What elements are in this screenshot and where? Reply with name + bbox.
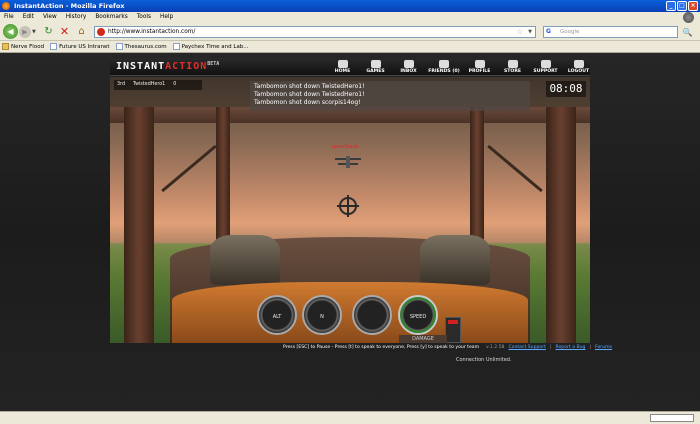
menu-edit[interactable]: Edit: [23, 12, 34, 23]
close-button[interactable]: ×: [688, 1, 698, 11]
speed-gauge: SPEED: [398, 295, 438, 335]
status-bar: [0, 411, 700, 424]
search-placeholder: Google: [560, 29, 580, 35]
compass-gauge: N: [302, 295, 342, 335]
game-viewport[interactable]: 3rd TwistedHero1 0 Tambomon shot down Tw…: [110, 77, 590, 343]
left-brace-wire: [161, 144, 217, 193]
minimize-button[interactable]: _: [666, 1, 676, 11]
home-button[interactable]: ⌂: [75, 25, 88, 38]
game-links: v.1.2.58 Contact Support | Report a Bug …: [486, 345, 612, 350]
nav-store[interactable]: STORE: [496, 60, 529, 74]
right-brace-wire: [487, 144, 543, 193]
folder-icon: [2, 43, 9, 50]
maximize-button[interactable]: □: [677, 1, 687, 11]
contact-support-link[interactable]: Contact Support: [508, 345, 546, 350]
forward-button[interactable]: ▶: [19, 26, 31, 38]
bookmark-future-us-intranet[interactable]: Future US Intranet: [50, 41, 110, 52]
nav-friends[interactable]: FRIENDS (0): [425, 60, 463, 74]
crosshair-icon: [337, 195, 359, 217]
game-instructions: Press [ESC] to Pause - Press [t] to spea…: [283, 345, 480, 350]
kill-message: Tambomon shot down scorpis14og!: [254, 99, 361, 106]
bookmark-label: Nerve Flood: [11, 43, 45, 50]
bookmark-star-icon[interactable]: ☆: [517, 27, 523, 37]
url-bar[interactable]: http://www.instantaction.com/ ☆ ▼: [94, 26, 536, 38]
window-controls: _ □ ×: [666, 1, 698, 11]
support-icon: [540, 60, 551, 68]
page-icon: [172, 43, 180, 50]
page-icon: [115, 43, 123, 50]
history-dropdown-icon[interactable]: ▼: [32, 29, 36, 35]
reload-button[interactable]: ↻: [42, 25, 55, 38]
nav-logout[interactable]: LOGOUT: [562, 60, 595, 74]
home-icon: [337, 60, 348, 68]
power-icon: [573, 60, 584, 68]
attitude-gauge: [352, 295, 392, 335]
menu-view[interactable]: View: [43, 12, 57, 23]
gamepad-icon: [370, 60, 381, 68]
bookmark-nerve-flood[interactable]: Nerve Flood: [2, 41, 44, 52]
scoreboard: 3rd TwistedHero1 0: [114, 80, 202, 90]
store-icon: [507, 60, 518, 68]
page-icon: [50, 43, 58, 50]
match-timer: 08:08: [546, 81, 586, 97]
firefox-icon: [2, 2, 10, 10]
nav-support[interactable]: SUPPORT: [529, 60, 562, 74]
menu-file[interactable]: File: [4, 12, 14, 23]
enemy-name-tag: spearblade: [331, 144, 359, 150]
bookmark-label: Thesaurus.com: [124, 43, 167, 50]
navigation-toolbar: ◀ ▶ ▼ ↻ ✕ ⌂ http://www.instantaction.com…: [0, 23, 700, 41]
left-wing-strut: [124, 107, 154, 343]
player-name: TwistedHero1: [133, 82, 166, 87]
player-score: 0: [173, 82, 177, 87]
kill-feed: Tambomon shot down TwistedHero1! Tambomo…: [250, 81, 530, 111]
damage-label: DAMAGE: [399, 335, 447, 343]
site-nav: HOME GAMES INBOX FRIENDS (0) PROFILE STO…: [326, 60, 595, 74]
bookmark-label: Future US Intranet: [59, 43, 110, 50]
left-machine-gun: [210, 235, 280, 285]
menu-history[interactable]: History: [66, 12, 87, 23]
nav-games[interactable]: GAMES: [359, 60, 392, 74]
instrument-panel: [172, 282, 528, 343]
profile-icon: [474, 60, 485, 68]
url-dropdown-icon[interactable]: ▼: [528, 27, 532, 37]
player-rank: 3rd: [117, 82, 125, 87]
search-go-icon[interactable]: 🔍: [682, 27, 693, 38]
nav-home[interactable]: HOME: [326, 60, 359, 74]
nav-profile[interactable]: PROFILE: [463, 60, 496, 74]
bookmarks-bar: Nerve Flood Future US Intranet Thesaurus…: [0, 41, 700, 53]
window-titlebar: InstantAction - Mozilla Firefox _ □ ×: [0, 0, 700, 12]
altimeter-gauge: ALT: [257, 295, 297, 335]
search-engine-icon[interactable]: G: [546, 28, 556, 36]
site-header: INSTANTACTIONBETA HOME GAMES INBOX FRIEN…: [110, 58, 590, 76]
kill-message: Tambomon shot down TwistedHero1!: [254, 83, 365, 90]
enemy-biplane-icon: [335, 156, 361, 168]
status-progress-box: [650, 414, 694, 422]
damage-indicator-icon: [445, 317, 461, 343]
bookmark-label: Paychex Time and Lab...: [181, 43, 249, 50]
back-button[interactable]: ◀: [3, 24, 18, 39]
forums-link[interactable]: Forums: [595, 345, 612, 350]
menu-tools[interactable]: Tools: [137, 12, 151, 23]
report-bug-link[interactable]: Report a Bug: [556, 345, 586, 350]
site-favicon-icon: [97, 28, 105, 36]
bookmark-thesaurus[interactable]: Thesaurus.com: [115, 41, 167, 52]
window-title: InstantAction - Mozilla Firefox: [14, 2, 125, 10]
throbber-icon: [683, 12, 694, 23]
connection-status: Connection Unlimited.: [456, 357, 512, 363]
stop-button[interactable]: ✕: [58, 25, 71, 38]
instantaction-logo[interactable]: INSTANTACTIONBETA: [116, 61, 219, 72]
menu-help[interactable]: Help: [160, 12, 173, 23]
nav-inbox[interactable]: INBOX: [392, 60, 425, 74]
url-text[interactable]: http://www.instantaction.com/: [108, 29, 195, 35]
right-machine-gun: [420, 235, 490, 285]
right-wing-strut: [546, 107, 576, 343]
bookmark-paychex[interactable]: Paychex Time and Lab...: [172, 41, 249, 52]
version-text: v.1.2.58: [486, 345, 505, 350]
kill-message: Tambomon shot down TwistedHero1!: [254, 91, 365, 98]
inbox-icon: [403, 60, 414, 68]
menu-bar: File Edit View History Bookmarks Tools H…: [0, 12, 700, 23]
search-input[interactable]: G Google: [543, 26, 678, 38]
friends-icon: [439, 60, 449, 68]
menu-bookmarks[interactable]: Bookmarks: [95, 12, 127, 23]
